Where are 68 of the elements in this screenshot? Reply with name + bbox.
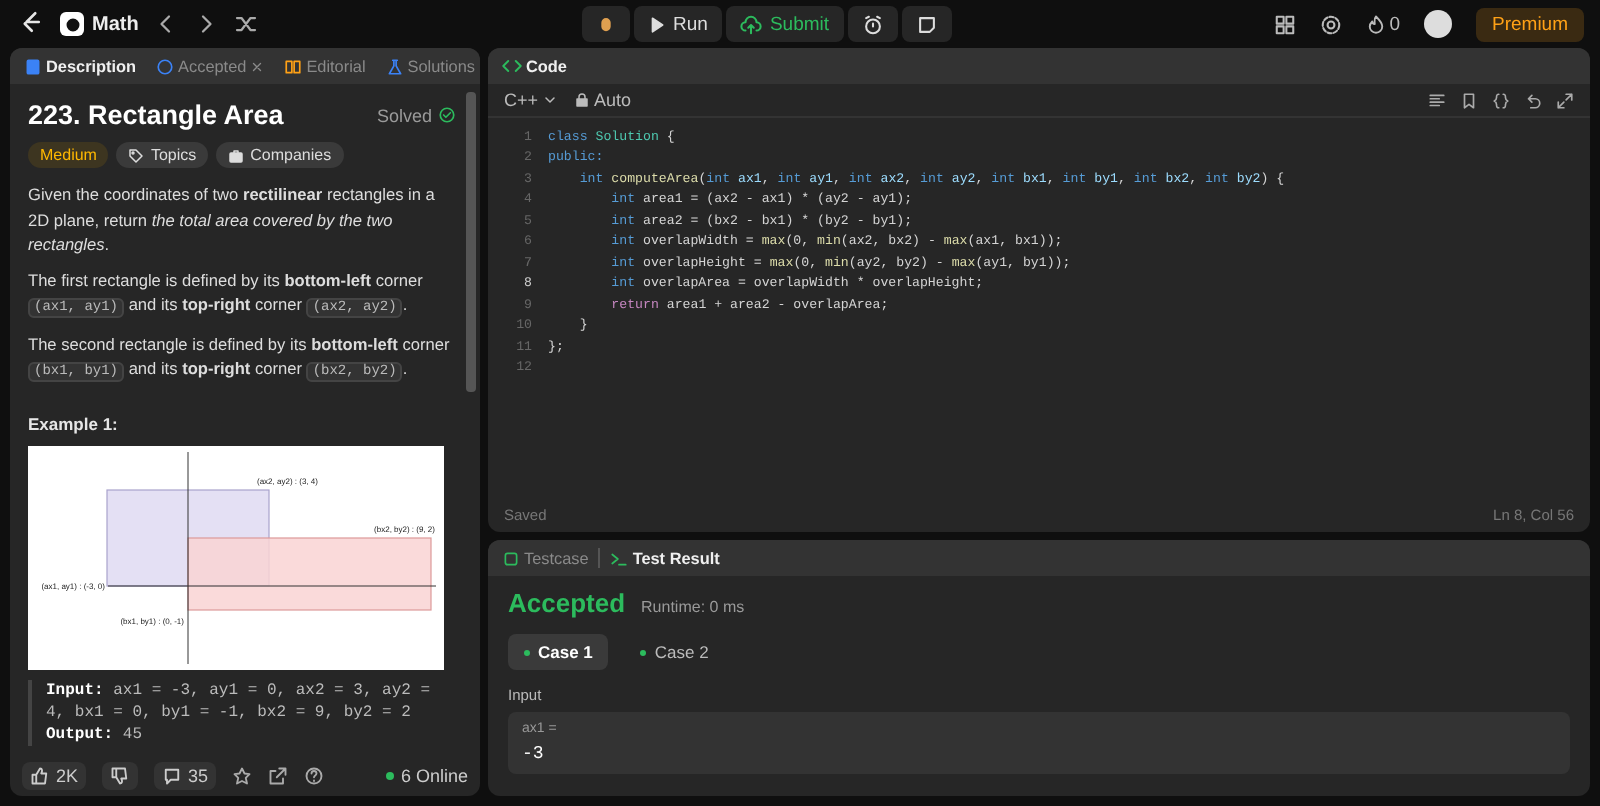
timer-button[interactable] [847, 6, 898, 42]
format-icon[interactable] [1428, 91, 1446, 109]
parameter-value: -3 [522, 744, 546, 764]
case-tab[interactable]: Case 1 [508, 634, 609, 670]
briefcase-icon [228, 147, 245, 163]
example-line: Output: 45 [46, 723, 145, 745]
verdict-text: Accepted [508, 588, 626, 618]
panel-tab[interactable]: Testcase [496, 549, 595, 567]
flask-icon [385, 57, 404, 75]
panel-tab[interactable]: Editorial [278, 57, 372, 75]
like-button[interactable]: 2K [22, 762, 87, 790]
tag-icon [128, 147, 145, 163]
settings-icon[interactable] [1319, 13, 1342, 35]
online-count: 6 Online [400, 766, 468, 786]
example-heading: Example 1: [28, 413, 120, 433]
cloud-upload-icon [739, 13, 762, 35]
comments-button[interactable]: 35 [154, 762, 217, 790]
difficulty-tag[interactable]: Medium [28, 142, 109, 168]
tag-button[interactable]: Topics [116, 142, 209, 168]
code-icon [502, 56, 522, 76]
language-selector[interactable]: C++ [504, 90, 559, 110]
code-panel-title: Code [496, 56, 573, 76]
shuffle-icon[interactable] [234, 12, 259, 36]
document-icon [24, 57, 42, 75]
runtime-text: Runtime: 0 ms [641, 598, 745, 616]
notes-button[interactable] [901, 6, 952, 42]
example-line: Input: ax1 = -3, ay1 = 0, ax2 = 3, ay2 = 4, bx1 = 0, by1 = -1, bx2 = 9, by2 = 2 [46, 679, 433, 723]
case-tab[interactable]: Case 2 [624, 634, 725, 670]
play-icon [647, 15, 666, 33]
chevron-down-icon [542, 92, 559, 108]
grid-icon[interactable] [1273, 13, 1296, 35]
undo-icon[interactable] [1524, 91, 1542, 109]
note-icon [915, 13, 938, 35]
description-paragraph: Given the coordinates of two rectilinear rectangles in a 2D plane, return the total area covered by the two rectangles. [28, 182, 437, 257]
tag-button[interactable]: Companies [216, 142, 344, 168]
check-circle-icon [438, 106, 456, 124]
submit-button[interactable]: Submit [725, 6, 844, 42]
alarm-clock-icon [861, 13, 884, 35]
debug-button[interactable] [581, 6, 630, 42]
dislike-button[interactable] [102, 762, 139, 790]
help-icon[interactable] [304, 766, 325, 786]
solved-status: Solved [376, 105, 432, 125]
lock-icon [574, 92, 591, 108]
premium-button[interactable]: Premium [1476, 7, 1585, 41]
braces-icon[interactable] [1492, 91, 1510, 109]
checkbox-icon [502, 549, 520, 567]
run-button[interactable]: Run [633, 6, 722, 42]
avatar[interactable] [1424, 10, 1452, 38]
online-dot [386, 772, 395, 780]
star-icon[interactable] [232, 766, 253, 786]
thumbs-down-icon [110, 766, 131, 786]
auto-mode[interactable]: Auto [574, 90, 632, 110]
terminal-icon [610, 549, 629, 567]
panel-tab[interactable]: Test Result [604, 549, 726, 567]
share-icon[interactable] [268, 766, 289, 786]
bookmark-icon[interactable] [1460, 91, 1478, 109]
streak-counter[interactable]: 0 [1365, 13, 1400, 35]
comment-icon [162, 766, 183, 786]
expand-icon[interactable] [1556, 91, 1574, 109]
panel-tab[interactable]: Description [18, 57, 143, 75]
close-icon[interactable] [250, 59, 265, 73]
flame-icon [1365, 14, 1386, 34]
panel-tab[interactable]: Solutions [379, 57, 480, 75]
panel-tab[interactable]: Accepted [150, 57, 271, 75]
book-icon [284, 57, 303, 75]
problem-list-button[interactable]: Math [60, 12, 139, 36]
thumbs-up-icon [30, 766, 50, 786]
problem-title: 223. Rectangle Area [28, 100, 284, 130]
